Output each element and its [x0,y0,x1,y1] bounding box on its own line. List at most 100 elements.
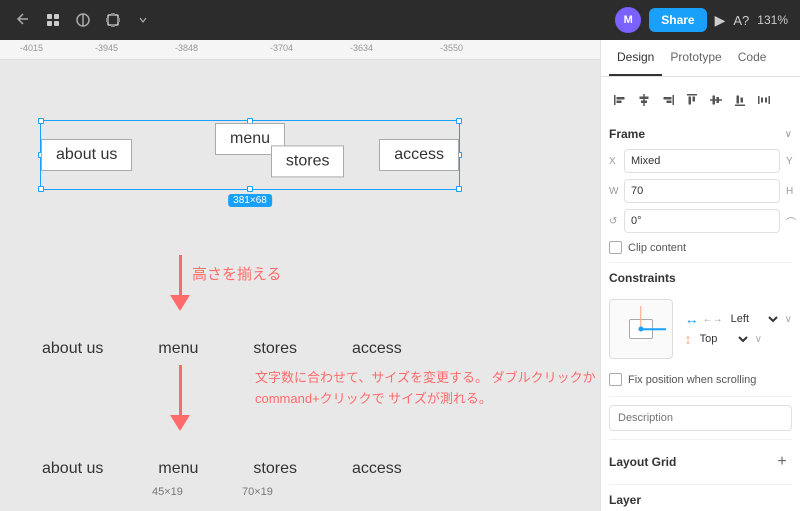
frame-title: Frame [609,127,645,141]
nav-item-about-us[interactable]: about us [41,139,132,171]
constraints-section: Constraints ↔ ←→ [609,271,792,386]
constraints-title: Constraints [609,271,676,285]
constraint-v-select[interactable]: Top Bottom Center Scale [696,332,751,346]
canvas-content: about us menu stores access 381×68 [0,60,600,511]
align-right-btn[interactable] [657,89,679,111]
divider-3 [609,439,792,440]
toolbar-right: M Share ▶ A? 131% [615,7,788,33]
zoom-level[interactable]: 131% [757,13,788,27]
arrow-2 [170,365,190,431]
ruler-mark: -4015 [20,43,43,53]
arrow-line-1 [179,255,182,295]
size-caption-2: 70×19 [242,486,273,498]
nav-item-stores[interactable]: stores [271,145,345,177]
divider-1 [609,262,792,263]
distribute-btn[interactable] [753,89,775,111]
w-input[interactable] [624,179,780,203]
align-bottom-btn[interactable] [729,89,751,111]
arrow-head-1 [170,295,190,311]
canvas[interactable]: -4015 -3945 -3848 -3704 -3634 -3550 [0,40,600,511]
wh-row: W H [609,179,792,203]
bot-nav-access: access [352,460,402,478]
handle-bl[interactable] [38,186,44,192]
avatar[interactable]: M [615,7,641,33]
theme-icon[interactable] [72,9,94,31]
arrow-head-2 [170,415,190,431]
selection-box[interactable]: about us menu stores access 381×68 [40,120,460,190]
a-button[interactable]: A? [733,13,749,28]
constraint-h-row: ↔ ←→ Left Right Center Scale ∨ [685,311,792,327]
layer-title: Layer [609,493,641,507]
handle-tr[interactable] [456,118,462,124]
flat-row: about us menu stores access [42,340,402,358]
constraint-line-h [641,328,666,330]
constraint-v-row: ↕ Top Bottom Center Scale ∨ [685,331,792,347]
y-group: Y [786,149,800,173]
frame-arrow[interactable]: ∨ [785,129,792,140]
layout-grid-row: Layout Grid + [609,448,792,476]
tab-design[interactable]: Design [609,40,662,76]
tab-code[interactable]: Code [730,40,775,76]
y-label: Y [786,156,798,167]
bot-nav-about-us: about us [42,460,103,478]
component-icon[interactable] [42,9,64,31]
toolbar: M Share ▶ A? 131% [0,0,800,40]
rotation-group: ↺ [609,209,780,233]
ruler-mark: -3634 [350,43,373,53]
constraints-header: Constraints [609,271,792,285]
flat-nav-about-us: about us [42,340,103,358]
panel-body: Frame ∨ X Y W [601,77,800,511]
size-label: 381×68 [228,194,272,207]
rotation-input[interactable] [624,209,780,233]
main: -4015 -3945 -3848 -3704 -3634 -3550 [0,40,800,511]
align-center-h-btn[interactable] [633,89,655,111]
handle-br[interactable] [456,186,462,192]
frame-icon[interactable] [102,9,124,31]
ruler-mark: -3848 [175,43,198,53]
constraint-v-arrow: ↕ [685,331,692,347]
x-label: X [609,156,621,167]
x-group: X [609,149,780,173]
play-button[interactable]: ▶ [715,12,726,29]
w-label: W [609,186,621,197]
bot-nav-stores: stores [253,460,297,478]
tab-prototype[interactable]: Prototype [662,40,729,76]
dropdown-icon[interactable] [132,9,154,31]
share-button[interactable]: Share [649,8,706,32]
corner-label: ⌒ [786,214,798,229]
align-row [609,85,792,115]
comment-text: 文字数に合わせて、サイズを変更する。 ダブルクリックかcommand+クリックで… [255,368,600,410]
ruler-horizontal: -4015 -3945 -3848 -3704 -3634 -3550 [0,40,600,60]
corner-group: ⌒ [786,209,800,233]
x-input[interactable] [624,149,780,173]
description-input[interactable] [609,405,792,431]
xy-row: X Y [609,149,792,173]
right-panel: Design Prototype Code [600,40,800,511]
arrow-line-2 [179,365,182,415]
constraint-dropdowns: ↔ ←→ Left Right Center Scale ∨ ↕ [685,311,792,347]
bot-nav-menu: menu [158,460,198,478]
h-label: H [786,186,798,197]
handle-tl[interactable] [38,118,44,124]
nav-item-access[interactable]: access [379,139,459,171]
align-top-btn[interactable] [681,89,703,111]
flat-nav-stores: stores [253,340,297,358]
ruler-mark: -3704 [270,43,293,53]
bottom-row: about us menu stores access [42,460,402,478]
constraint-h-select[interactable]: Left Right Center Scale [727,312,781,326]
back-icon[interactable] [12,9,34,31]
clip-content-row: Clip content [609,241,792,254]
add-layout-grid-btn[interactable]: + [772,452,792,472]
ruler-mark: -3945 [95,43,118,53]
divider-2 [609,396,792,397]
fix-scroll-label: Fix position when scrolling [628,374,756,386]
rotation-row: ↺ ⌒ [609,209,792,233]
constraint-h-label: ←→ [703,314,723,325]
handle-bm[interactable] [247,186,253,192]
align-left-btn[interactable] [609,89,631,111]
toolbar-left [12,9,154,31]
h-group: H [786,179,800,203]
fix-scroll-checkbox[interactable] [609,373,622,386]
clip-content-checkbox[interactable] [609,241,622,254]
align-center-v-btn[interactable] [705,89,727,111]
